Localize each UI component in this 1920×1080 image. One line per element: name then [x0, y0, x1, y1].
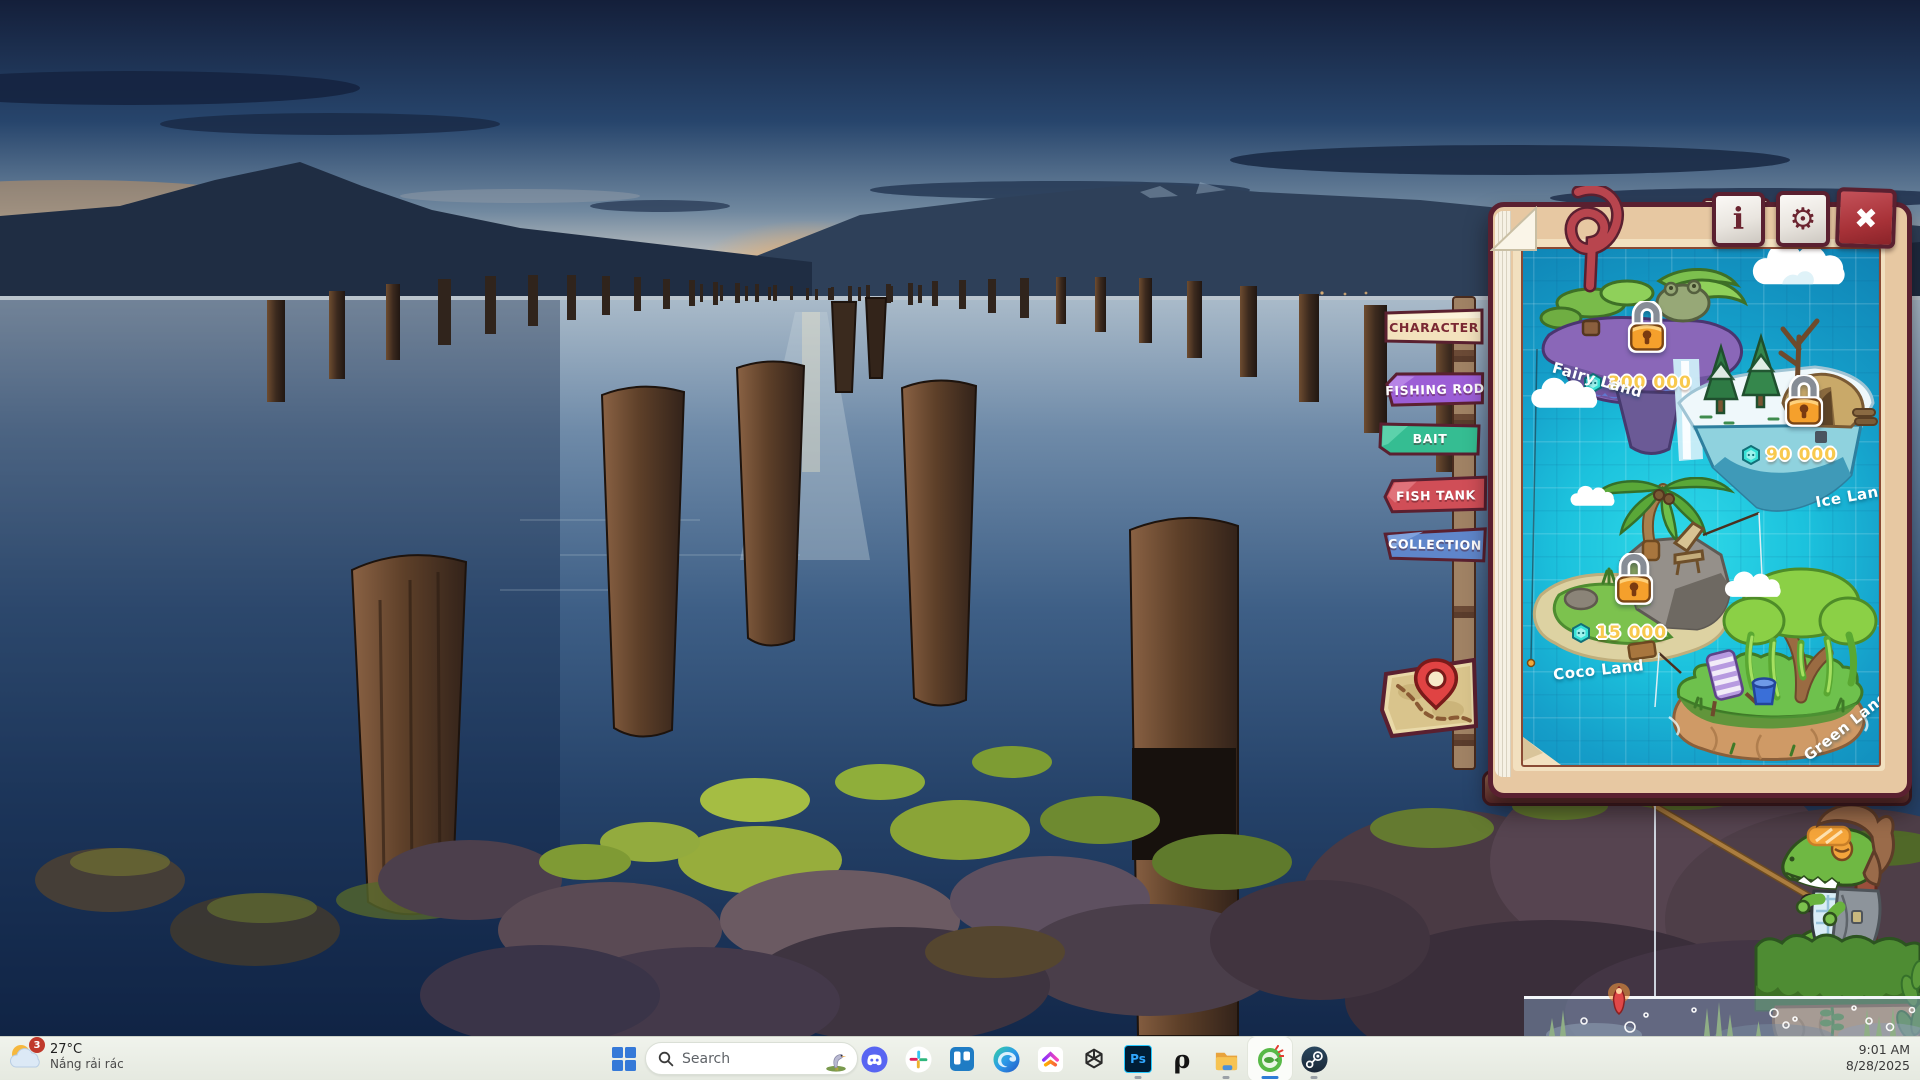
menu-bait-button[interactable]: BAIT — [1378, 420, 1482, 457]
page-curl — [1523, 731, 1563, 765]
start-button[interactable] — [602, 1037, 646, 1080]
page-stack-edge — [1495, 211, 1511, 777]
desktop: CHARACTER FISHING ROD BAIT FISH TANK COL… — [0, 0, 1920, 1080]
fishing-game-icon — [1256, 1045, 1284, 1073]
taskbar-app-discord[interactable] — [852, 1037, 896, 1080]
taskbar-app-p[interactable]: ρ — [1160, 1037, 1204, 1080]
clickup-icon — [1037, 1046, 1064, 1073]
bobber — [1606, 982, 1632, 1016]
search-icon — [658, 1051, 674, 1067]
menu-label: CHARACTER — [1383, 308, 1485, 346]
tray-date: 8/28/2025 — [1846, 1058, 1910, 1074]
lock-icon — [1783, 375, 1825, 429]
taskbar-app-clickup[interactable] — [1028, 1037, 1072, 1080]
search-input[interactable]: Search — [645, 1042, 858, 1075]
menu-label: FISH TANK — [1383, 475, 1490, 515]
discord-icon — [861, 1046, 888, 1073]
menu-collection-button[interactable]: COLLECTION — [1383, 524, 1488, 564]
taskbar-app-edge[interactable] — [984, 1037, 1028, 1080]
info-button[interactable]: i — [1712, 192, 1765, 247]
notification-badge: 3 — [29, 1037, 45, 1053]
gem-icon — [1571, 623, 1591, 643]
menu-label: COLLECTION — [1383, 524, 1488, 564]
windows-logo-icon — [611, 1046, 637, 1072]
lock-icon — [1626, 301, 1668, 355]
cloud — [1748, 247, 1860, 293]
search-placeholder: Search — [682, 1051, 813, 1067]
menu-label: FISHING ROD — [1385, 370, 1486, 409]
map-button[interactable] — [1378, 652, 1482, 744]
menu-character-button[interactable]: CHARACTER — [1383, 308, 1485, 346]
chatgpt-icon — [1081, 1046, 1107, 1072]
trello-icon — [949, 1046, 975, 1072]
edge-icon — [993, 1046, 1020, 1073]
world-map: 300 000 Fairy Land — [1521, 247, 1881, 767]
photoshop-icon: Ps — [1124, 1045, 1152, 1073]
steam-icon — [1301, 1046, 1328, 1073]
menu-fishing-rod-button[interactable]: FISHING ROD — [1385, 370, 1486, 409]
lock-icon — [1613, 553, 1655, 607]
dog-ear-corner — [1490, 206, 1538, 252]
island-price: 90 000 — [1766, 445, 1837, 465]
taskbar: 3 27°C Nắng rải rác Search — [0, 1036, 1920, 1080]
taskbar-app-file-explorer[interactable] — [1204, 1037, 1248, 1080]
close-icon: ✖ — [1854, 201, 1879, 235]
weather-widget[interactable]: 3 27°C Nắng rải rác — [8, 1039, 124, 1073]
gem-icon — [1741, 445, 1761, 465]
cloud — [1723, 571, 1789, 603]
taskbar-app-chatgpt[interactable] — [1072, 1037, 1116, 1080]
taskbar-app-trello[interactable] — [940, 1037, 984, 1080]
clock-tray[interactable]: 9:01 AM 8/28/2025 — [1846, 1042, 1910, 1075]
water-surface-strip — [1524, 996, 1920, 1036]
menu-fish-tank-button[interactable]: FISH TANK — [1383, 475, 1490, 515]
info-icon: i — [1733, 202, 1744, 237]
close-button[interactable]: ✖ — [1835, 187, 1897, 249]
settings-button[interactable]: ⚙ — [1776, 191, 1830, 247]
cloud — [1529, 377, 1607, 415]
taskbar-app-fishing-game[interactable] — [1248, 1037, 1292, 1080]
p-app-icon: ρ — [1174, 1045, 1191, 1074]
weather-temperature: 27°C — [50, 1042, 124, 1057]
menu-label: BAIT — [1378, 420, 1482, 457]
tray-time: 9:01 AM — [1846, 1042, 1910, 1058]
slack-icon — [905, 1046, 932, 1073]
taskbar-app-steam[interactable] — [1292, 1037, 1336, 1080]
search-bird-image — [821, 1046, 851, 1072]
paperclip — [1548, 186, 1632, 296]
weather-condition: Nắng rải rác — [50, 1057, 124, 1071]
file-explorer-icon — [1213, 1046, 1240, 1073]
taskbar-app-photoshop[interactable]: Ps — [1116, 1037, 1160, 1080]
taskbar-app-slack[interactable] — [896, 1037, 940, 1080]
fishing-line — [1654, 806, 1656, 998]
cloud — [1569, 485, 1621, 511]
gear-icon: ⚙ — [1790, 202, 1817, 237]
map-page: 300 000 Fairy Land — [1513, 239, 1885, 771]
